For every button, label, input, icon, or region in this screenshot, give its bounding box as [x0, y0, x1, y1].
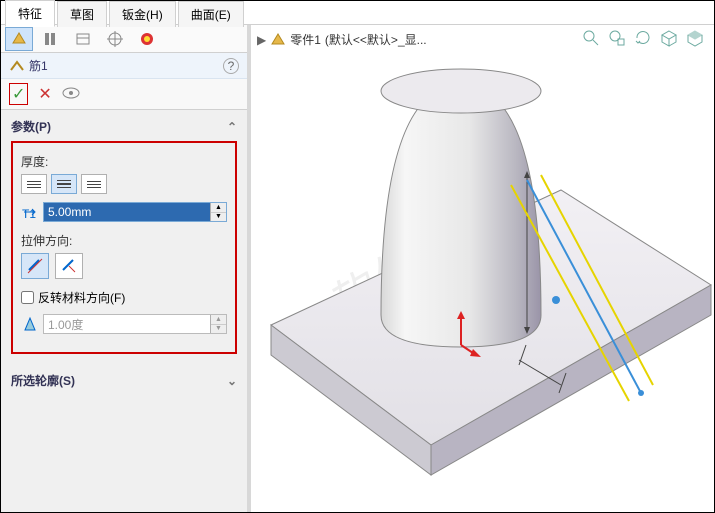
confirm-bar: ✓ ✕: [1, 79, 247, 110]
panel-tab-bar: [1, 25, 247, 53]
rib-icon: [9, 58, 25, 74]
model-viewport[interactable]: ▶ 零件1 (默认<<默认>_显... 软件自学网: [251, 25, 714, 512]
cancel-button[interactable]: ✕: [38, 84, 51, 104]
rotate-icon[interactable]: [634, 29, 652, 50]
profile-heading[interactable]: 所选轮廓(S) ⌄: [7, 370, 241, 391]
collapse-icon: ⌃: [227, 120, 237, 134]
profile-section: 所选轮廓(S) ⌄: [1, 364, 247, 397]
thickness-input[interactable]: ▲▼: [43, 202, 227, 222]
draft-spinner[interactable]: ▲▼: [210, 315, 226, 333]
zoom-area-icon[interactable]: [608, 29, 626, 50]
thick-left[interactable]: [21, 174, 47, 194]
ok-button[interactable]: ✓: [9, 83, 28, 105]
thickness-value-row: T1 ▲▼: [21, 202, 227, 222]
panel-tab-appear[interactable]: [133, 27, 161, 51]
draft-value-row: ▲▼: [21, 314, 227, 334]
feature-title: 筋1: [29, 57, 223, 74]
thickness-spinner[interactable]: ▲▼: [210, 203, 226, 221]
tab-sketch[interactable]: 草图: [57, 1, 107, 27]
breadcrumb-config: (默认<<默认>_显...: [325, 31, 427, 48]
dir-normal[interactable]: [55, 253, 83, 279]
draft-field: [44, 315, 210, 333]
help-button[interactable]: ?: [223, 58, 239, 74]
thickness-icon: T1: [21, 203, 39, 221]
thickness-label: 厚度:: [21, 153, 227, 170]
params-heading-label: 参数(P): [11, 118, 51, 135]
panel-tab-display[interactable]: [69, 27, 97, 51]
breadcrumb-part[interactable]: 零件1: [290, 31, 321, 48]
part-icon: [270, 32, 286, 48]
reverse-label: 反转材料方向(F): [38, 289, 125, 306]
ribbon-tabs: 特征 草图 钣金(H) 曲面(E): [1, 1, 714, 25]
panel-tab-pos[interactable]: [101, 27, 129, 51]
params-heading[interactable]: 参数(P) ⌃: [7, 116, 241, 137]
profile-heading-label: 所选轮廓(S): [11, 372, 75, 389]
svg-text:T1: T1: [22, 207, 36, 220]
draft-input[interactable]: ▲▼: [43, 314, 227, 334]
breadcrumb: ▶ 零件1 (默认<<默认>_显...: [257, 31, 427, 48]
tab-surface[interactable]: 曲面(E): [178, 1, 244, 27]
breadcrumb-arrow-icon[interactable]: ▶: [257, 33, 266, 47]
thickness-field[interactable]: [44, 203, 210, 221]
expand-icon: ⌄: [227, 374, 237, 388]
property-manager: 筋1 ? ✓ ✕ 参数(P) ⌃ 厚度: T1: [1, 25, 247, 512]
feature-header: 筋1 ?: [1, 53, 247, 79]
params-section: 参数(P) ⌃ 厚度: T1 ▲▼ 拉伸方向:: [1, 110, 247, 364]
thick-right[interactable]: [81, 174, 107, 194]
thick-both[interactable]: [51, 174, 77, 194]
highlighted-params: 厚度: T1 ▲▼ 拉伸方向:: [11, 141, 237, 354]
panel-tab-config[interactable]: [37, 27, 65, 51]
reverse-checkbox[interactable]: [21, 291, 34, 304]
direction-label: 拉伸方向:: [21, 232, 227, 249]
direction-buttons: [21, 253, 227, 279]
preview-toggle[interactable]: [62, 86, 80, 102]
draft-icon: [21, 315, 39, 333]
section-icon[interactable]: [686, 29, 704, 50]
tab-sheetmetal[interactable]: 钣金(H): [109, 1, 176, 27]
thickness-mode: [21, 174, 227, 194]
dir-parallel[interactable]: [21, 253, 49, 279]
tab-features[interactable]: 特征: [5, 0, 55, 27]
model-render: [251, 25, 715, 513]
panel-tab-feature[interactable]: [5, 27, 33, 51]
zoom-fit-icon[interactable]: [582, 29, 600, 50]
reverse-checkbox-row[interactable]: 反转材料方向(F): [21, 289, 227, 306]
view-cube-icon[interactable]: [660, 29, 678, 50]
view-toolbar: [582, 29, 704, 50]
